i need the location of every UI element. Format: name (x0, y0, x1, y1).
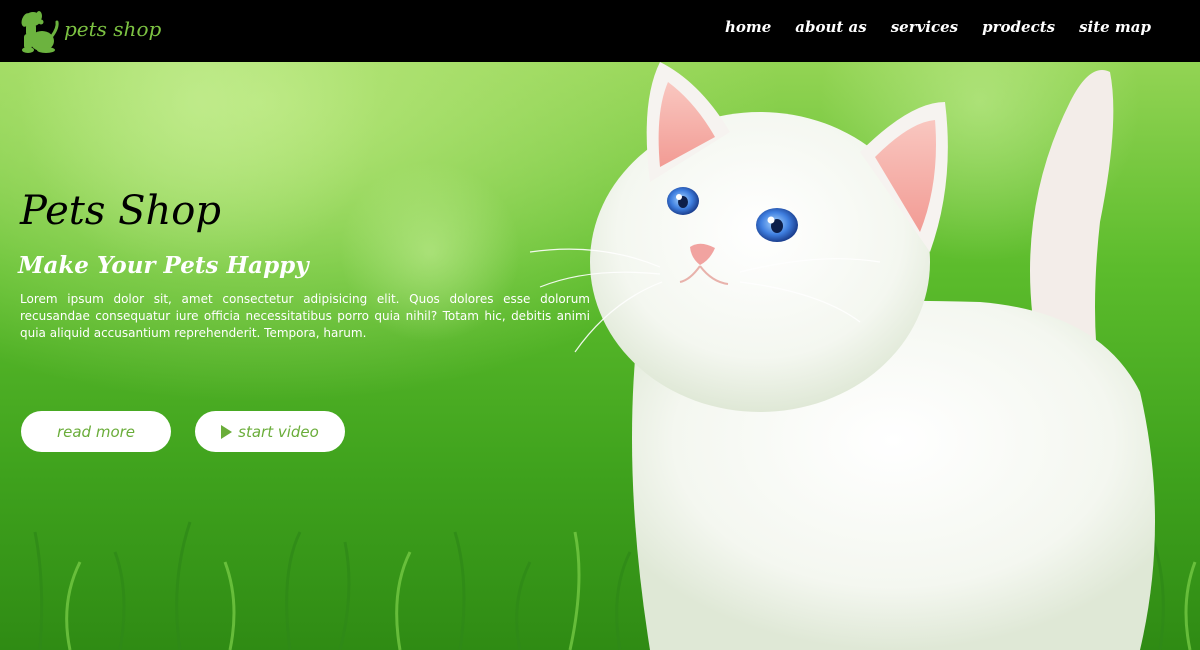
hero-subtitle: Make Your Pets Happy (18, 252, 309, 279)
nav-item-services[interactable]: services (891, 18, 958, 36)
read-more-label: read more (56, 422, 136, 441)
nav-item-products[interactable]: prodects (982, 18, 1055, 36)
main-nav: home about as services prodects site map (701, 18, 1151, 36)
play-icon (221, 424, 233, 439)
hero-title: Pets Shop (20, 188, 221, 234)
nav-item-about[interactable]: about as (795, 18, 866, 36)
hero-description: Lorem ipsum dolor sit, amet consectetur … (20, 292, 590, 340)
dog-icon (21, 11, 59, 53)
brand-logo[interactable]: pets shop (20, 8, 161, 54)
nav-item-site-map[interactable]: site map (1079, 18, 1151, 36)
hero-banner: Pets Shop Make Your Pets Happy Lorem ips… (0, 62, 1200, 650)
brand-name: pets shop (64, 17, 162, 41)
start-video-label: start video (238, 422, 319, 441)
read-more-button[interactable]: read more (21, 411, 171, 452)
top-navbar: pets shop home about as services prodect… (0, 0, 1200, 62)
nav-item-home[interactable]: home (725, 18, 771, 36)
hero-image (20, 62, 1197, 650)
start-video-button[interactable]: start video (195, 411, 345, 452)
